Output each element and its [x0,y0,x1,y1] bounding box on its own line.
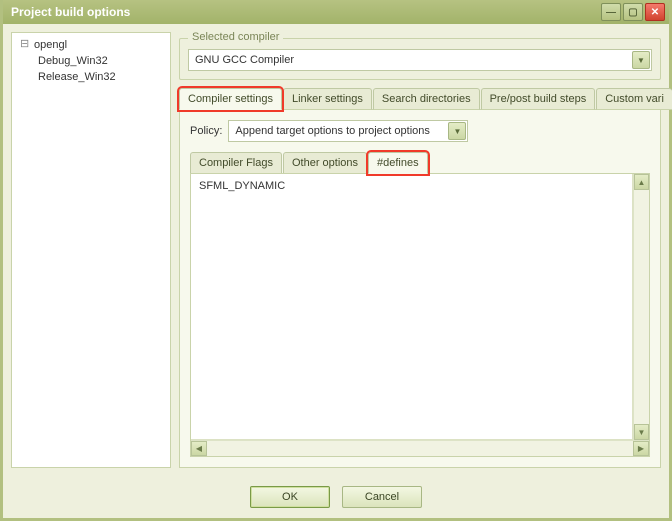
scroll-down-icon[interactable]: ▼ [634,424,649,440]
compiler-settings-panel: Policy: Append target options to project… [179,109,661,468]
selected-compiler-group: Selected compiler GNU GCC Compiler ▼ [179,38,661,80]
maximize-button[interactable]: ▢ [623,3,643,21]
policy-label: Policy: [190,125,222,137]
tree-item-release[interactable]: Release_Win32 [12,69,170,85]
horizontal-scrollbar[interactable]: ◀ ▶ [191,440,649,456]
tab-compiler-settings[interactable]: Compiler settings [179,88,282,110]
window-title: Project build options [11,5,599,19]
tab-pre-post-build[interactable]: Pre/post build steps [481,88,596,110]
defines-panel: SFML_DYNAMIC ▲ ▼ ◀ ▶ [190,173,650,457]
defines-text: SFML_DYNAMIC [199,180,285,192]
tab-label: #defines [377,157,419,169]
button-label: Cancel [365,491,399,503]
scroll-up-icon[interactable]: ▲ [634,174,649,190]
tab-label: Pre/post build steps [490,93,587,105]
dialog-footer: OK Cancel [3,476,669,518]
policy-row: Policy: Append target options to project… [190,120,650,142]
tab-label: Search directories [382,93,471,105]
tree-root-label: opengl [34,37,67,53]
tree-root[interactable]: ⊟ opengl [12,37,170,53]
policy-select-value: Append target options to project options [235,125,429,137]
button-label: OK [282,491,298,503]
compiler-select-value: GNU GCC Compiler [195,54,294,66]
compiler-select[interactable]: GNU GCC Compiler ▼ [188,49,652,71]
scroll-track[interactable] [207,441,633,456]
ok-button[interactable]: OK [250,486,330,508]
dialog-body: ⊟ opengl Debug_Win32 Release_Win32 Selec… [3,24,669,476]
group-legend: Selected compiler [188,31,283,43]
vertical-scrollbar[interactable]: ▲ ▼ [633,174,649,440]
tab-label: Custom vari [605,93,664,105]
dialog-window: Project build options — ▢ ✕ ⊟ opengl Deb… [0,0,672,521]
main-panel: Selected compiler GNU GCC Compiler ▼ Com… [179,32,661,468]
tree-item-debug[interactable]: Debug_Win32 [12,53,170,69]
tab-compiler-flags[interactable]: Compiler Flags [190,152,282,174]
tab-defines[interactable]: #defines [368,152,428,174]
chevron-down-icon[interactable]: ▼ [632,51,650,69]
chevron-down-icon[interactable]: ▼ [448,122,466,140]
tab-label: Compiler Flags [199,157,273,169]
tab-linker-settings[interactable]: Linker settings [283,88,372,110]
scroll-right-icon[interactable]: ▶ [633,441,649,456]
tree-item-label: Release_Win32 [38,69,116,85]
target-tree: ⊟ opengl Debug_Win32 Release_Win32 [11,32,171,468]
close-button[interactable]: ✕ [645,3,665,21]
defines-editor[interactable]: SFML_DYNAMIC [191,174,633,440]
tab-label: Linker settings [292,93,363,105]
tab-other-options[interactable]: Other options [283,152,367,174]
scroll-left-icon[interactable]: ◀ [191,441,207,456]
tab-label: Compiler settings [188,93,273,105]
tab-label: Other options [292,157,358,169]
cancel-button[interactable]: Cancel [342,486,422,508]
tree-item-label: Debug_Win32 [38,53,108,69]
sub-tabs: Compiler Flags Other options #defines [190,152,650,174]
main-tabs: Compiler settings Linker settings Search… [179,88,661,110]
tab-search-directories[interactable]: Search directories [373,88,480,110]
tab-custom-variables[interactable]: Custom vari [596,88,672,110]
minimize-button[interactable]: — [601,3,621,21]
tree-collapse-icon[interactable]: ⊟ [20,37,30,53]
policy-select[interactable]: Append target options to project options… [228,120,468,142]
titlebar: Project build options — ▢ ✕ [3,0,669,24]
